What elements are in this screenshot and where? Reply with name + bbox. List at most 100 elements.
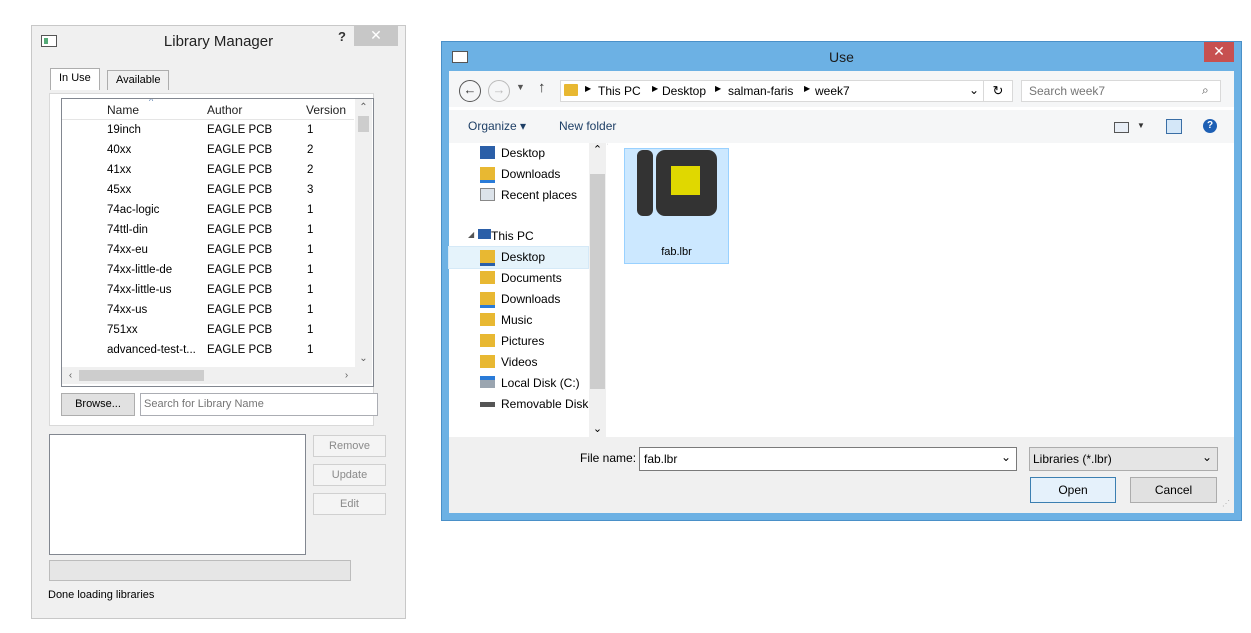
back-icon[interactable]: ←: [459, 80, 481, 102]
breadcrumb-desktop[interactable]: Desktop: [662, 84, 706, 98]
table-row[interactable]: 751xx EAGLE PCB 1: [62, 320, 354, 340]
library-list[interactable]: Name ^ Author Version 19inch EAGLE PCB 1 4…: [61, 98, 374, 387]
change-view-icon[interactable]: [1114, 122, 1129, 133]
update-button[interactable]: Update: [313, 464, 386, 486]
nav-item-desktop[interactable]: Desktop: [449, 143, 589, 164]
chevron-right-icon: ▶: [804, 84, 811, 93]
tab-available[interactable]: Available: [107, 70, 170, 90]
scroll-thumb[interactable]: [358, 116, 369, 132]
chevron-down-icon[interactable]: ⌄: [1001, 450, 1011, 464]
library-name: 74ttl-din: [107, 224, 148, 236]
nav-item-this-pc[interactable]: ◢ This PC: [449, 226, 589, 247]
file-type-value: Libraries (*.lbr): [1033, 452, 1112, 466]
close-button[interactable]: ✕: [1204, 42, 1234, 62]
table-row[interactable]: 41xx EAGLE PCB 2: [62, 160, 354, 180]
nav-item-removable-disk[interactable]: Removable Disk (: [449, 394, 589, 415]
nav-item-music[interactable]: Music: [449, 310, 589, 331]
vertical-scrollbar[interactable]: ⌃ ⌄: [355, 99, 372, 367]
breadcrumb-this-pc[interactable]: This PC: [598, 84, 641, 98]
nav-item-downloads-2[interactable]: Downloads: [449, 289, 589, 310]
nav-label: Desktop: [501, 146, 546, 160]
column-header-name[interactable]: Name: [107, 103, 139, 117]
forward-icon[interactable]: →: [488, 80, 510, 102]
nav-item-recent-places[interactable]: Recent places: [449, 185, 589, 206]
scroll-right-icon[interactable]: ›: [338, 367, 355, 384]
nav-item-videos[interactable]: Videos: [449, 352, 589, 373]
up-icon[interactable]: ↑: [538, 79, 546, 96]
library-author: EAGLE PCB: [207, 204, 273, 216]
desktop-icon: [480, 146, 495, 159]
table-row[interactable]: 74ttl-din EAGLE PCB 1: [62, 220, 354, 240]
nav-label: Desktop: [501, 250, 546, 264]
scroll-up-icon[interactable]: ⌃: [589, 143, 606, 160]
table-row[interactable]: 74xx-eu EAGLE PCB 1: [62, 240, 354, 260]
table-row[interactable]: 74xx-little-us EAGLE PCB 1: [62, 280, 354, 300]
search-box[interactable]: ⌕: [1021, 80, 1221, 102]
scroll-down-icon[interactable]: ⌄: [355, 350, 372, 367]
help-icon[interactable]: ?: [1203, 119, 1217, 133]
scroll-thumb[interactable]: [79, 370, 204, 381]
browse-button[interactable]: Browse...: [61, 393, 135, 416]
navigation-pane[interactable]: Desktop Downloads Recent places ◢ This P…: [448, 143, 607, 439]
remove-button[interactable]: Remove: [313, 435, 386, 457]
new-folder-button[interactable]: New folder: [559, 119, 616, 133]
scroll-left-icon[interactable]: ‹: [62, 367, 79, 384]
nav-label: Pictures: [501, 334, 545, 348]
file-name-input[interactable]: fab.lbr ⌄: [639, 447, 1017, 471]
breadcrumb-week7[interactable]: week7: [815, 84, 850, 98]
breadcrumb-salman-faris[interactable]: salman-faris: [728, 84, 793, 98]
resize-grip-icon[interactable]: ⋰: [1222, 499, 1230, 508]
pictures-icon: [480, 334, 495, 347]
scroll-thumb[interactable]: [590, 174, 605, 389]
table-row[interactable]: 74xx-us EAGLE PCB 1: [62, 300, 354, 320]
library-file-icon: [637, 150, 717, 216]
table-row[interactable]: 40xx EAGLE PCB 2: [62, 140, 354, 160]
refresh-icon[interactable]: ↻: [983, 80, 1013, 102]
recent-locations-icon[interactable]: ▼: [516, 82, 525, 92]
address-bar-row: ← → ▼ ↑ ▶ This PC ▶ Desktop ▶ salman-far…: [449, 71, 1234, 107]
search-icon[interactable]: ⌕: [1202, 83, 1209, 98]
table-row[interactable]: 45xx EAGLE PCB 3: [62, 180, 354, 200]
file-type-select[interactable]: Libraries (*.lbr) ⌄: [1029, 447, 1218, 471]
library-search-input[interactable]: [140, 393, 378, 416]
help-button[interactable]: ?: [335, 29, 349, 47]
chevron-down-icon[interactable]: ⌄: [969, 83, 979, 97]
search-input[interactable]: [1022, 81, 1201, 101]
table-row[interactable]: 74xx-little-de EAGLE PCB 1: [62, 260, 354, 280]
view-options-icon[interactable]: ▼: [1137, 121, 1145, 130]
horizontal-scrollbar[interactable]: ‹ ›: [62, 367, 355, 384]
cancel-button[interactable]: Cancel: [1130, 477, 1217, 503]
open-button[interactable]: Open: [1030, 477, 1116, 503]
preview-pane-icon[interactable]: [1166, 119, 1182, 134]
nav-item-local-disk[interactable]: Local Disk (C:): [449, 373, 589, 394]
table-row[interactable]: advanced-test-t... EAGLE PCB 1: [62, 340, 354, 360]
column-header-version[interactable]: Version: [306, 103, 346, 117]
scroll-up-icon[interactable]: ⌃: [355, 99, 372, 116]
library-author: EAGLE PCB: [207, 324, 273, 336]
nav-item-downloads[interactable]: Downloads: [449, 164, 589, 185]
column-header-author[interactable]: Author: [207, 103, 242, 117]
file-item[interactable]: fab.lbr: [624, 148, 729, 264]
tab-in-use[interactable]: In Use: [50, 68, 100, 90]
organize-button[interactable]: Organize ▾: [468, 119, 526, 133]
address-box[interactable]: ▶ This PC ▶ Desktop ▶ salman-faris ▶ wee…: [560, 80, 1012, 102]
file-list-pane[interactable]: fab.lbr: [608, 143, 1234, 439]
progress-bar: [49, 560, 351, 581]
edit-button[interactable]: Edit: [313, 493, 386, 515]
use-dialog-window: Use ✕ ← → ▼ ↑ ▶ This PC ▶ Desktop ▶ salm…: [441, 41, 1242, 521]
collapse-icon[interactable]: ◢: [468, 230, 474, 239]
nav-item-documents[interactable]: Documents: [449, 268, 589, 289]
this-pc-icon: [478, 229, 491, 239]
table-row[interactable]: 19inch EAGLE PCB 1: [62, 120, 354, 140]
dialog-body: ← → ▼ ↑ ▶ This PC ▶ Desktop ▶ salman-far…: [448, 71, 1234, 513]
nav-item-desktop-selected[interactable]: Desktop: [448, 246, 589, 269]
library-name: 41xx: [107, 164, 132, 176]
close-button[interactable]: ✕: [354, 26, 398, 46]
nav-label: Documents: [501, 271, 562, 285]
nav-scrollbar[interactable]: ⌃ ⌄: [589, 143, 606, 439]
removable-disk-icon: [480, 402, 495, 407]
title-bar[interactable]: Library Manager ? ✕: [32, 26, 405, 56]
table-row[interactable]: 74ac-logic EAGLE PCB 1: [62, 200, 354, 220]
nav-item-pictures[interactable]: Pictures: [449, 331, 589, 352]
nav-label: Downloads: [501, 292, 561, 306]
